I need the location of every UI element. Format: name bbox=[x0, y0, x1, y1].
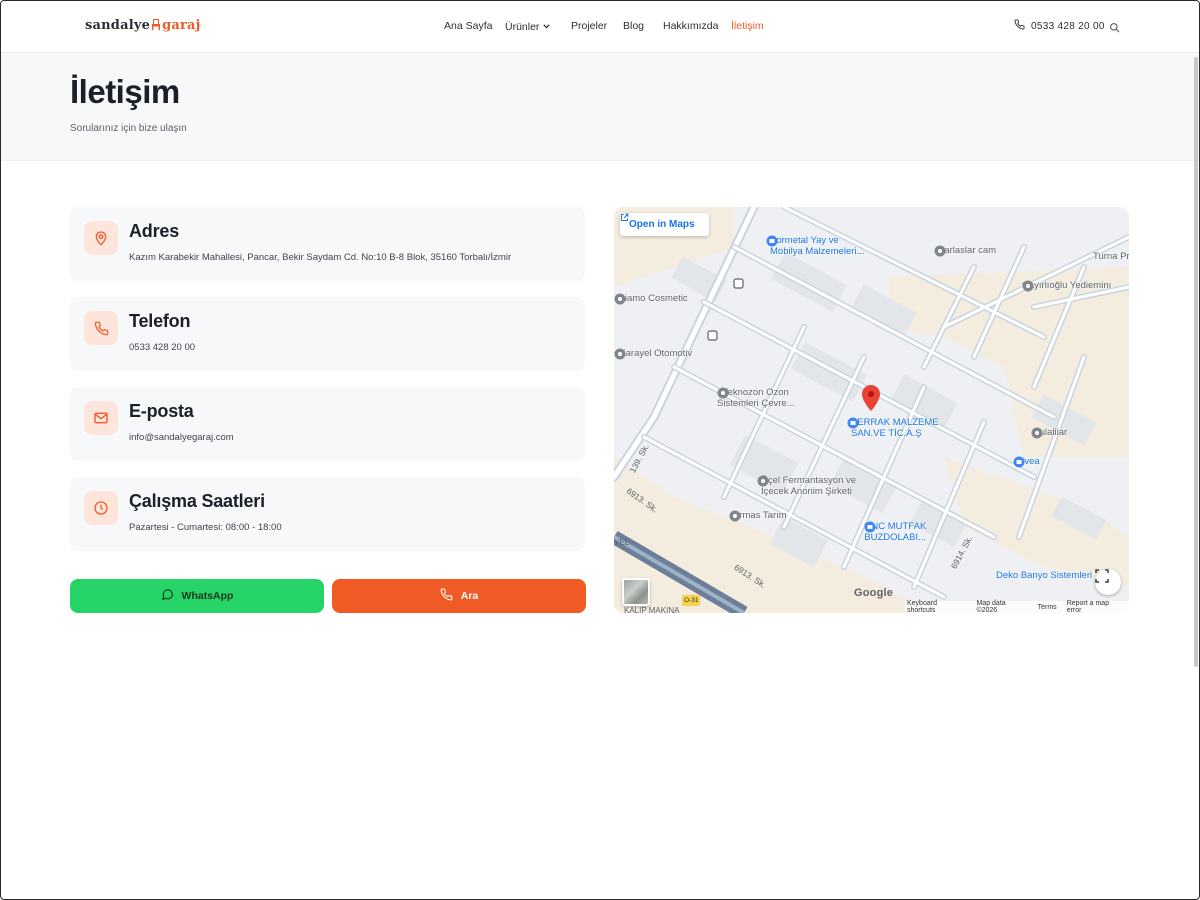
poi-teknozon-line2: Sistemleri Çevre... bbox=[717, 398, 795, 409]
poi-livea[interactable]: Livea bbox=[1013, 456, 1040, 468]
poi-ucel-line2: İçecek Anonim Şirketi bbox=[761, 486, 852, 497]
poi-diamo[interactable]: Diamo Cosmetic bbox=[614, 293, 688, 305]
mail-icon bbox=[84, 401, 118, 435]
nav-products-label: Ürünler bbox=[505, 21, 540, 33]
hours-value: Pazartesi - Cumartesi: 08:00 - 18:00 bbox=[129, 522, 282, 533]
address-label: Adres bbox=[129, 221, 180, 241]
fullscreen-button[interactable] bbox=[1095, 569, 1121, 595]
logo-text-right: garaj bbox=[162, 18, 201, 33]
poi-ucel-line1: Üçel Fermantasyon ve bbox=[761, 475, 857, 486]
nav-products[interactable]: Ürünler bbox=[505, 20, 571, 33]
chevron-down-icon bbox=[543, 20, 551, 32]
poi-diamo-label: Diamo Cosmetic bbox=[618, 293, 688, 304]
clock-icon bbox=[84, 491, 118, 525]
poi-turna-label: Turna Pr bbox=[1093, 251, 1129, 262]
call-button[interactable]: Ara bbox=[332, 579, 586, 613]
email-value[interactable]: info@sandalyegaraj.com bbox=[129, 432, 234, 443]
map-pin-icon bbox=[84, 221, 118, 255]
poi-gnc[interactable]: GNC MUTFAK BUZDOLABI... bbox=[864, 521, 930, 543]
phone-icon bbox=[84, 311, 118, 345]
nav-home[interactable]: Ana Sayfa bbox=[444, 20, 505, 33]
poi-barlaslar-label: Barlaslar cam bbox=[938, 245, 997, 256]
email-label: E-posta bbox=[129, 401, 194, 421]
whatsapp-button[interactable]: WhatsApp bbox=[70, 579, 324, 613]
page-subtitle: Sorularınız için bize ulaşın bbox=[70, 123, 187, 134]
nav-projects[interactable]: Projeler bbox=[571, 20, 623, 33]
poi-armas-label: Armas Tarım bbox=[733, 510, 787, 521]
poi-deko-label: Deko Banyo Sistemleri bbox=[996, 570, 1093, 581]
page-scrollbar[interactable] bbox=[1194, 57, 1198, 667]
whatsapp-button-label: WhatsApp bbox=[181, 590, 234, 602]
chair-icon bbox=[151, 18, 161, 35]
poi-ucel[interactable]: Üçel Fermantasyon ve İçecek Anonim Şirket… bbox=[757, 475, 856, 497]
poi-gnc-line2: BUZDOLABI... bbox=[864, 532, 927, 543]
poi-cayirli-label: Çayırlıoğlu Yedieminı bbox=[1022, 280, 1112, 291]
poi-cayirli[interactable]: Çayırlıoğlu Yedieminı bbox=[1022, 280, 1115, 292]
poi-turna[interactable]: Turna Pr bbox=[1093, 251, 1129, 262]
poi-berrak-line2: SAN.VE TİC.A.Ş bbox=[851, 428, 922, 439]
search-icon[interactable] bbox=[1109, 20, 1120, 38]
poi-berrak-line1: BERRAK MALZEME bbox=[851, 417, 939, 428]
address-card: Adres Kazım Karabekir Mahallesi, Pancar,… bbox=[70, 207, 585, 281]
nav-blog[interactable]: Blog bbox=[623, 20, 663, 33]
satellite-toggle[interactable] bbox=[622, 578, 650, 606]
poi-armas[interactable]: Armas Tarım bbox=[729, 510, 787, 522]
phone-icon bbox=[440, 588, 453, 604]
poi-barlaslar[interactable]: Barlaslar cam bbox=[934, 245, 997, 257]
logo-text-left: sandalye bbox=[85, 18, 151, 33]
page-title: İletişim bbox=[70, 73, 180, 110]
call-button-label: Ara bbox=[460, 590, 479, 602]
site-logo[interactable]: sandalye garaj bbox=[85, 18, 201, 35]
open-in-maps-label: Open in Maps bbox=[629, 219, 695, 230]
chat-bubble-icon bbox=[161, 588, 174, 604]
phone-card: Telefon 0533 428 20 00 bbox=[70, 297, 585, 371]
poi-teknozon-line1: Teknozon Ozon bbox=[722, 387, 789, 398]
header-phone[interactable]: 0533 428 20 00 bbox=[1014, 19, 1105, 33]
poi-bormetal-line1: Bormetal Yay ve bbox=[770, 235, 839, 246]
poi-teknozon[interactable]: Teknozon Ozon Sistemleri Çevre... bbox=[717, 387, 799, 409]
map-attribution: Keyboard shortcuts Map data ©2026 Terms … bbox=[905, 600, 1129, 613]
main-nav: Ana Sayfa Ürünler Projeler Blog Hakkımız… bbox=[444, 20, 764, 33]
header-phone-number: 0533 428 20 00 bbox=[1031, 20, 1105, 32]
poi-karayel[interactable]: eKarayel Otomotiv bbox=[614, 348, 696, 360]
nav-about[interactable]: Hakkımızda bbox=[663, 20, 731, 33]
phone-icon bbox=[1014, 19, 1025, 33]
map-canvas bbox=[614, 207, 1129, 613]
browser-viewport: sandalye garaj Ana Sayfa Ürünler Projeler… bbox=[0, 0, 1200, 900]
map-data-label: Map data ©2026 bbox=[976, 600, 1006, 613]
hours-card: Çalışma Saatleri Pazartesi - Cumartesi: … bbox=[70, 477, 585, 551]
hours-label: Çalışma Saatleri bbox=[129, 491, 265, 511]
poi-deko[interactable]: Deko Banyo Sistemleri bbox=[996, 570, 1092, 581]
poi-berrak[interactable]: BERRAK MALZEME SAN.VE TİC.A.Ş bbox=[847, 417, 939, 439]
poi-bormetal[interactable]: Bormetal Yay ve Mobilya Malzemeleri... bbox=[766, 235, 865, 257]
report-error-link[interactable]: Report a map error bbox=[1067, 600, 1125, 613]
site-header: sandalye garaj Ana Sayfa Ürünler Projeler… bbox=[1, 1, 1199, 53]
road-label-kalip: KALIP MAKINA bbox=[624, 606, 680, 613]
page-header-band: İletişim Sorularınız için bize ulaşın bbox=[1, 53, 1199, 161]
address-value: Kazım Karabekir Mahallesi, Pancar, Bekir… bbox=[129, 252, 512, 263]
nav-contact[interactable]: İletişim bbox=[731, 20, 764, 33]
phone-value[interactable]: 0533 428 20 00 bbox=[129, 342, 195, 353]
road-label-yel: YEL bbox=[614, 538, 630, 547]
terms-link[interactable]: Terms bbox=[1038, 604, 1057, 611]
poi-kulalilar[interactable]: kulalilar bbox=[1031, 427, 1067, 439]
highway-shield: O-31 bbox=[682, 595, 701, 606]
keyboard-shortcuts-link[interactable]: Keyboard shortcuts bbox=[907, 600, 966, 613]
google-logo: Google bbox=[854, 587, 894, 599]
poi-bormetal-line2: Mobilya Malzemeleri... bbox=[770, 246, 865, 257]
open-in-maps-link[interactable]: Open in Maps bbox=[620, 213, 709, 236]
email-card: E-posta info@sandalyegaraj.com bbox=[70, 387, 585, 461]
embedded-map[interactable]: Open in Maps Bormetal Yay ve Mobilya Malz… bbox=[614, 207, 1129, 613]
phone-label: Telefon bbox=[129, 311, 191, 331]
